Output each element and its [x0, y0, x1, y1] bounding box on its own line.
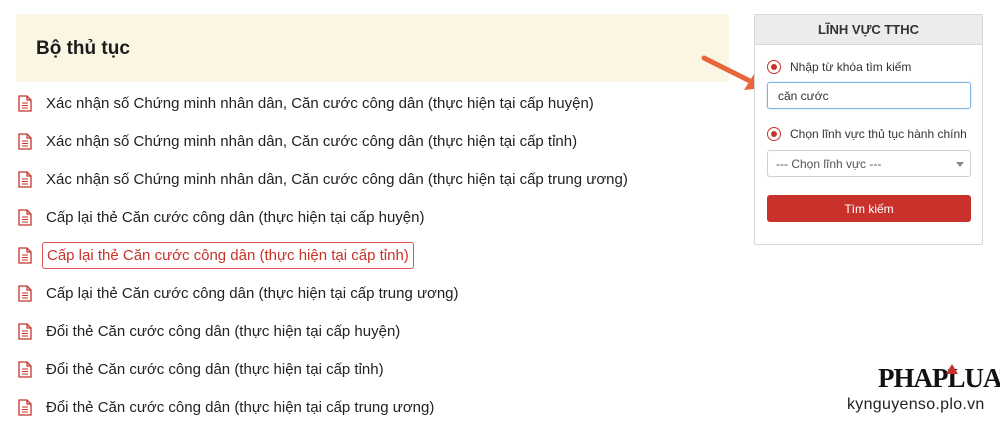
procedure-item-highlighted[interactable]: Cấp lại thẻ Căn cước công dân (thực hiện… [16, 236, 716, 274]
procedure-link[interactable]: Xác nhận số Chứng minh nhân dân, Căn cướ… [46, 171, 628, 188]
keyword-search-input[interactable] [767, 82, 971, 109]
panel-title: LĨNH VỰC TTHC [755, 15, 982, 45]
keyword-radio-label: Nhập từ khóa tìm kiếm [790, 60, 912, 74]
keyword-radio-option[interactable]: Nhập từ khóa tìm kiếm [767, 60, 911, 74]
document-icon [18, 399, 32, 416]
filter-panel: LĨNH VỰC TTHC Nhập từ khóa tìm kiếm Chọn… [754, 14, 983, 245]
document-icon [18, 95, 32, 112]
procedure-link[interactable]: Cấp lại thẻ Căn cước công dân (thực hiện… [42, 241, 414, 269]
procedure-item[interactable]: Cấp lại thẻ Căn cước công dân (thực hiện… [16, 198, 716, 236]
procedure-link[interactable]: Đổi thẻ Căn cước công dân (thực hiện tại… [46, 399, 434, 416]
procedure-item[interactable]: Đổi thẻ Căn cước công dân (thực hiện tại… [16, 388, 716, 423]
procedure-item[interactable]: Đổi thẻ Căn cước công dân (thực hiện tại… [16, 312, 716, 350]
radio-selected-icon[interactable] [767, 127, 781, 141]
procedure-link[interactable]: Cấp lại thẻ Căn cước công dân (thực hiện… [46, 209, 424, 226]
document-icon [18, 361, 32, 378]
procedure-link[interactable]: Cấp lại thẻ Căn cước công dân (thực hiện… [46, 285, 459, 302]
procedure-link[interactable]: Đổi thẻ Căn cước công dân (thực hiện tại… [46, 323, 400, 340]
publisher-logo: PHAPLUAT [878, 363, 1000, 393]
procedure-item[interactable]: Xác nhận số Chứng minh nhân dân, Căn cướ… [16, 122, 716, 160]
procedure-list: Xác nhận số Chứng minh nhân dân, Căn cướ… [16, 84, 716, 423]
page-title: Bộ thủ tục [36, 38, 130, 59]
document-icon [18, 209, 32, 226]
field-radio-label: Chọn lĩnh vực thủ tục hành chính [790, 127, 967, 141]
procedure-item[interactable]: Đổi thẻ Căn cước công dân (thực hiện tại… [16, 350, 716, 388]
logo-accent-icon [946, 364, 958, 374]
document-icon [18, 285, 32, 302]
procedure-item[interactable]: Xác nhận số Chứng minh nhân dân, Căn cướ… [16, 160, 716, 198]
procedure-item[interactable]: Xác nhận số Chứng minh nhân dân, Căn cướ… [16, 84, 716, 122]
document-icon [18, 171, 32, 188]
field-select[interactable]: --- Chọn lĩnh vực --- [767, 150, 971, 177]
search-button[interactable]: Tìm kiếm [767, 195, 971, 222]
procedure-link[interactable]: Đổi thẻ Căn cước công dân (thực hiện tại… [46, 361, 384, 378]
caret-down-icon [956, 162, 964, 167]
procedure-item[interactable]: Cấp lại thẻ Căn cước công dân (thực hiện… [16, 274, 716, 312]
document-icon [18, 323, 32, 340]
document-icon [18, 133, 32, 150]
source-watermark: kynguyenso.plo.vn [847, 396, 985, 413]
document-icon [18, 247, 32, 264]
radio-selected-icon[interactable] [767, 60, 781, 74]
procedure-link[interactable]: Xác nhận số Chứng minh nhân dân, Căn cướ… [46, 95, 594, 112]
procedure-link[interactable]: Xác nhận số Chứng minh nhân dân, Căn cướ… [46, 133, 577, 150]
field-select-value: --- Chọn lĩnh vực --- [776, 156, 882, 171]
field-radio-option[interactable]: Chọn lĩnh vực thủ tục hành chính [767, 127, 967, 141]
